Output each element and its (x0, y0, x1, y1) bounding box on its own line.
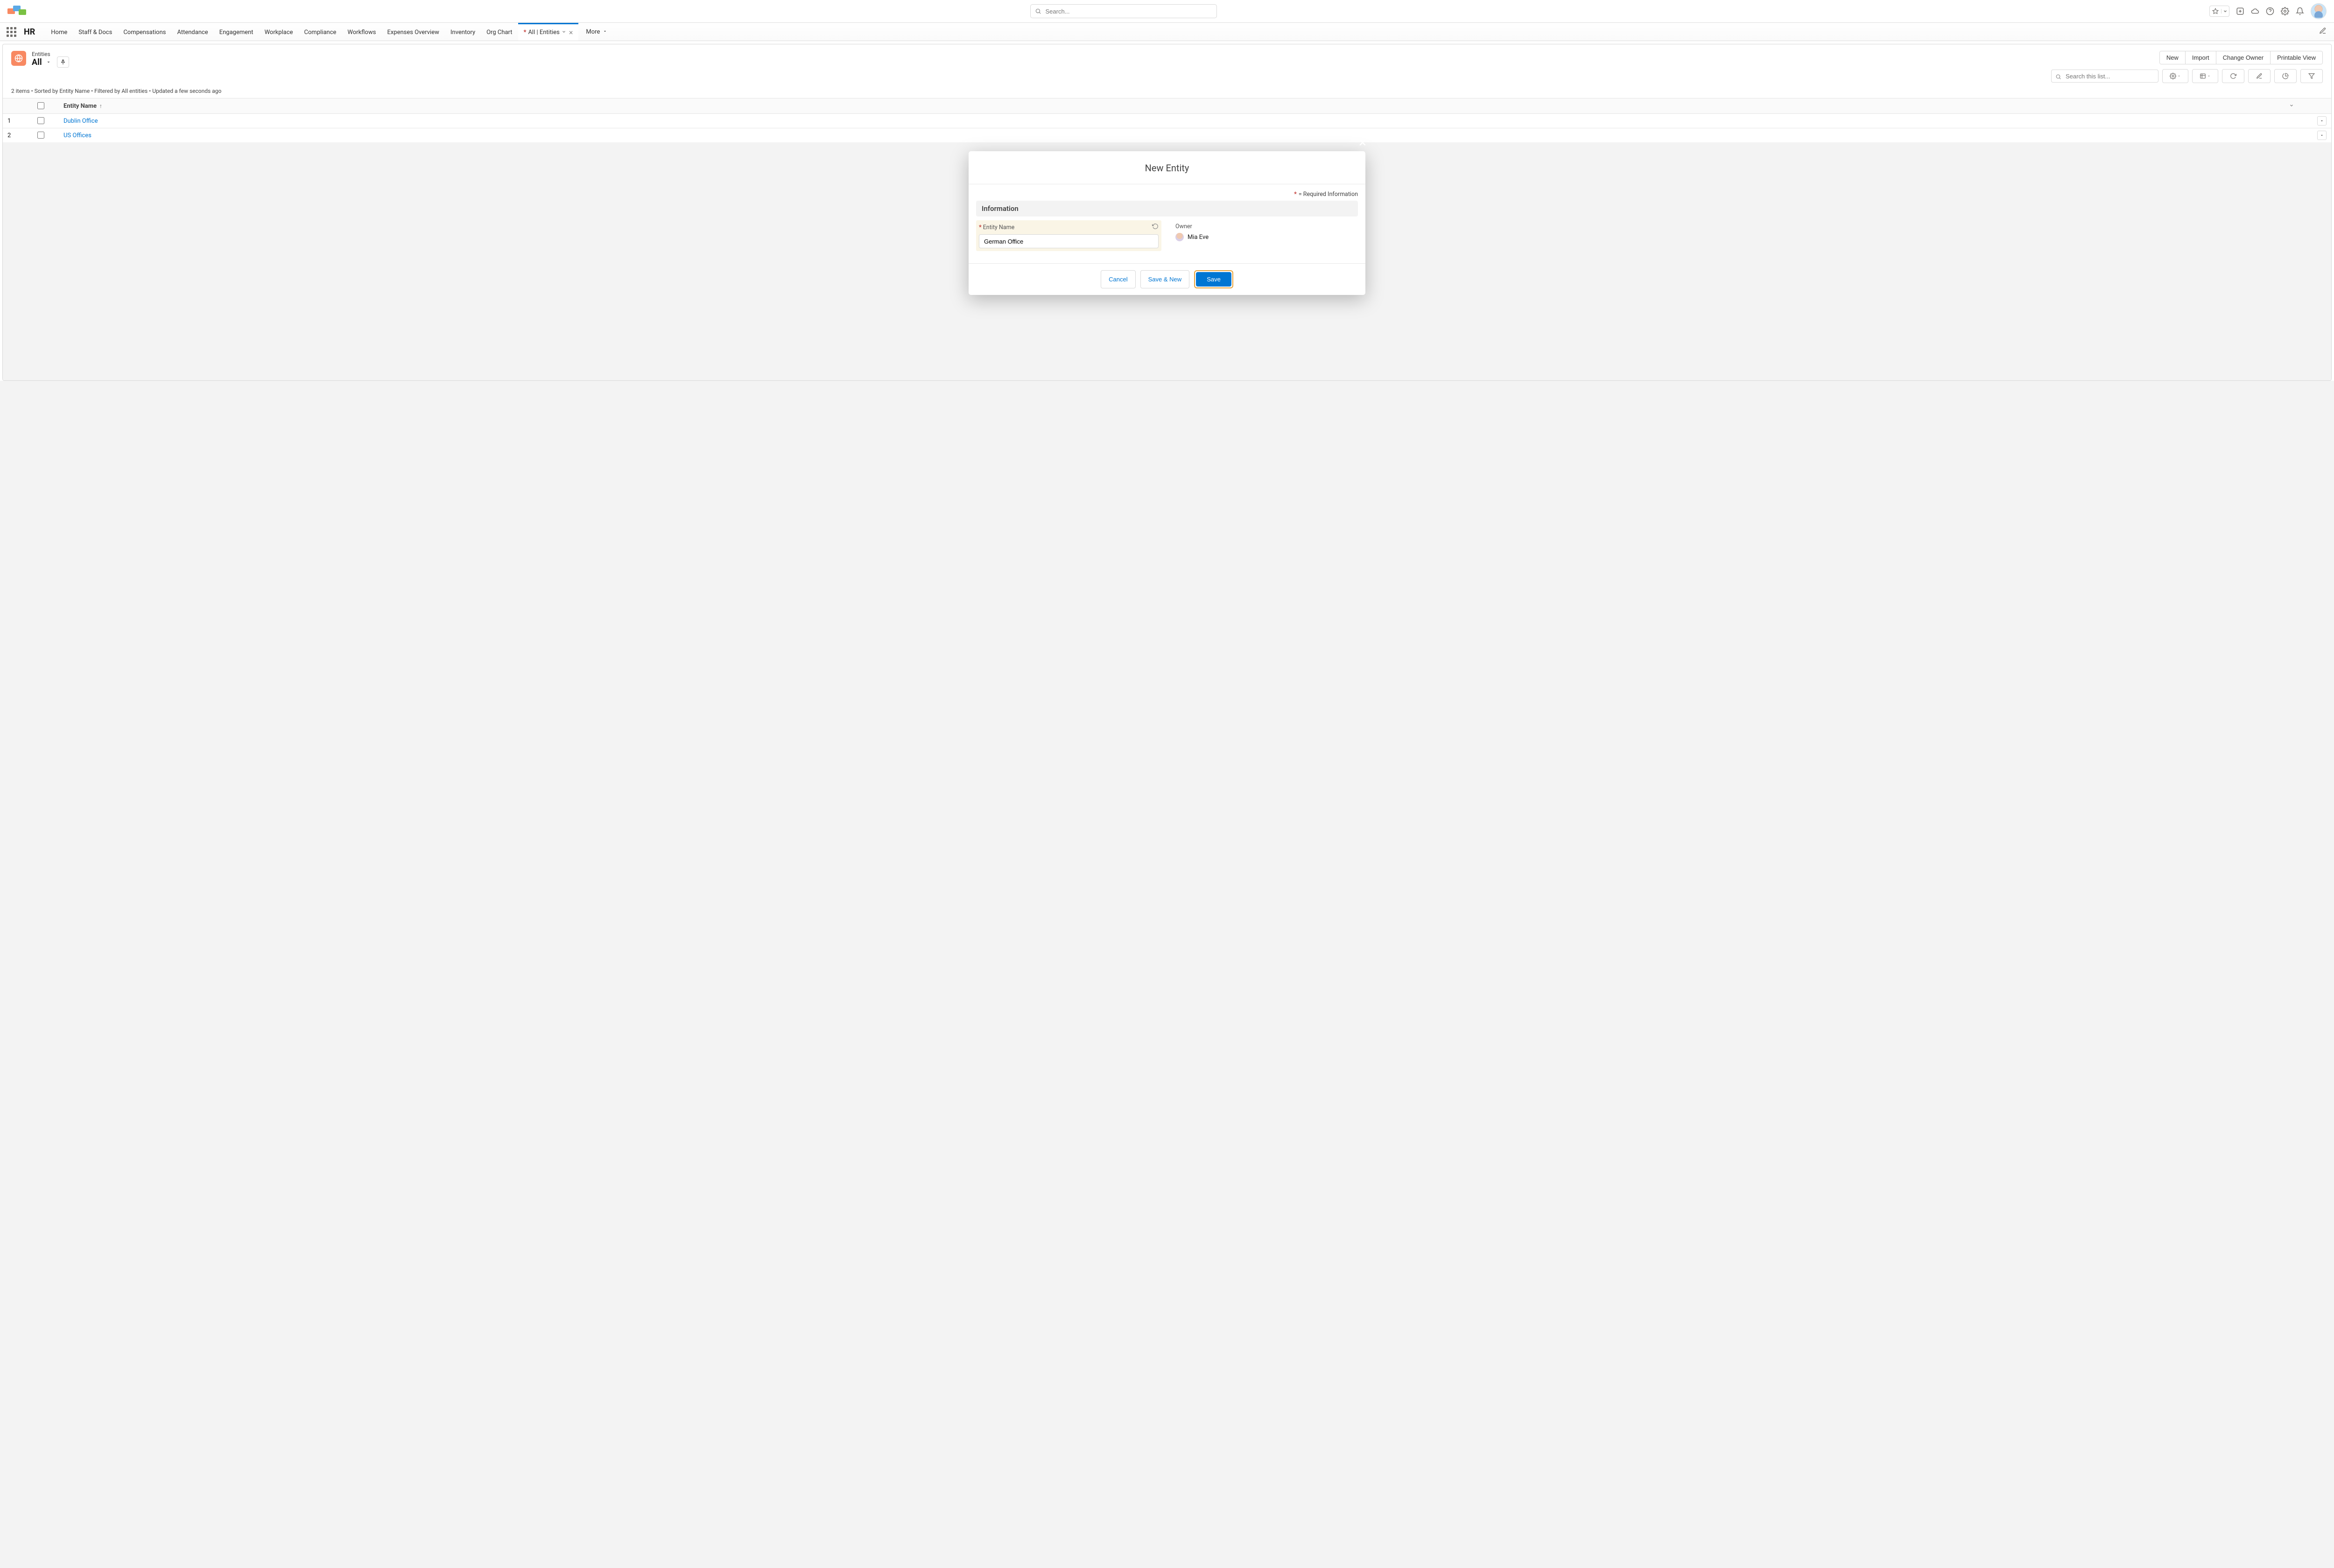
chevron-down-icon[interactable] (562, 29, 566, 36)
owner-avatar-icon (1175, 233, 1184, 241)
avatar[interactable] (2311, 3, 2327, 19)
app-launcher-icon[interactable] (7, 27, 16, 37)
row-number: 1 (3, 114, 31, 128)
entities-object-icon (11, 51, 26, 66)
change-owner-button[interactable]: Change Owner (2216, 51, 2270, 64)
row-action-menu[interactable] (2317, 131, 2327, 140)
bell-icon[interactable] (2296, 7, 2304, 15)
modal-title: New Entity (969, 151, 1365, 184)
required-star: * (979, 224, 982, 231)
chevron-down-icon (2223, 9, 2228, 14)
list-settings-button[interactable] (2162, 69, 2188, 83)
nav-tab-inventory[interactable]: Inventory (445, 23, 481, 41)
save-button[interactable]: Save (1196, 272, 1231, 287)
chevron-down-icon[interactable] (2289, 103, 2294, 110)
nav-tab-compensations[interactable]: Compensations (118, 23, 171, 41)
save-and-new-button[interactable]: Save & New (1140, 270, 1190, 288)
display-as-button[interactable] (2192, 69, 2218, 83)
nav-tab-expenses[interactable]: Expenses Overview (381, 23, 444, 41)
caret-down-icon[interactable] (46, 58, 51, 67)
nav-tab-attendance[interactable]: Attendance (171, 23, 213, 41)
nav-tab-engagement[interactable]: Engagement (214, 23, 259, 41)
owner-name: Mia Eve (1188, 234, 1209, 241)
brand-logo (7, 5, 28, 18)
search-icon (1035, 7, 1041, 16)
help-icon[interactable] (2266, 7, 2274, 15)
favorite-dropdown[interactable] (2209, 6, 2229, 17)
list-search-input[interactable] (2051, 70, 2158, 83)
pin-icon[interactable] (57, 56, 69, 68)
list-view-name[interactable]: All (32, 57, 42, 67)
nav-tab-home[interactable]: Home (45, 23, 73, 41)
cancel-button[interactable]: Cancel (1101, 270, 1135, 288)
close-tab-icon[interactable]: × (569, 29, 573, 36)
col-header-entity-name[interactable]: Entity Name ↑ (59, 98, 2299, 114)
chart-button[interactable] (2274, 69, 2297, 83)
nav-tab-workplace[interactable]: Workplace (259, 23, 299, 41)
entity-link[interactable]: US Offices (63, 132, 91, 139)
new-button[interactable]: New (2160, 51, 2185, 64)
select-all-checkbox[interactable] (37, 102, 44, 109)
close-icon[interactable]: × (1359, 134, 1366, 151)
col-header-num (3, 98, 31, 114)
pencil-icon[interactable] (2319, 27, 2327, 36)
table-row: 2 US Offices (3, 128, 2331, 143)
add-icon[interactable] (2236, 7, 2244, 15)
table-row: 1 Dublin Office (3, 114, 2331, 128)
refresh-button[interactable] (2222, 69, 2244, 83)
entity-name-input[interactable] (979, 234, 1159, 248)
col-header-check[interactable] (31, 98, 59, 114)
required-star: * (524, 29, 527, 36)
nav-tab-staff-docs[interactable]: Staff & Docs (73, 23, 118, 41)
section-information: Information (976, 201, 1358, 217)
edit-list-button[interactable] (2248, 69, 2271, 83)
sort-asc-icon: ↑ (99, 103, 102, 109)
cloud-icon[interactable] (2251, 7, 2259, 15)
nav-more[interactable]: More (578, 23, 612, 41)
nav-tab-workflows[interactable]: Workflows (342, 23, 381, 41)
filter-button[interactable] (2300, 69, 2323, 83)
import-button[interactable]: Import (2185, 51, 2216, 64)
app-name: HR (24, 27, 35, 37)
global-search-input[interactable] (1030, 4, 1217, 18)
star-icon (2212, 8, 2219, 14)
nav-tab-org-chart[interactable]: Org Chart (481, 23, 518, 41)
nav-tab-entities-active[interactable]: * All | Entities × (518, 23, 579, 41)
caret-down-icon (603, 28, 607, 35)
list-meta: 2 items • Sorted by Entity Name • Filter… (3, 88, 2331, 98)
row-checkbox[interactable] (37, 117, 44, 124)
undo-icon[interactable] (1152, 223, 1159, 231)
nav-tab-compliance[interactable]: Compliance (299, 23, 342, 41)
printable-view-button[interactable]: Printable View (2270, 51, 2322, 64)
required-note: *= Required Information (976, 191, 1358, 198)
gear-icon[interactable] (2281, 7, 2289, 15)
row-checkbox[interactable] (37, 132, 44, 139)
owner-label: Owner (1175, 223, 1192, 230)
row-action-menu[interactable] (2317, 116, 2327, 126)
entity-link[interactable]: Dublin Office (63, 118, 98, 125)
entity-name-label: Entity Name (983, 224, 1015, 231)
row-number: 2 (3, 128, 31, 143)
search-icon (2055, 73, 2061, 82)
